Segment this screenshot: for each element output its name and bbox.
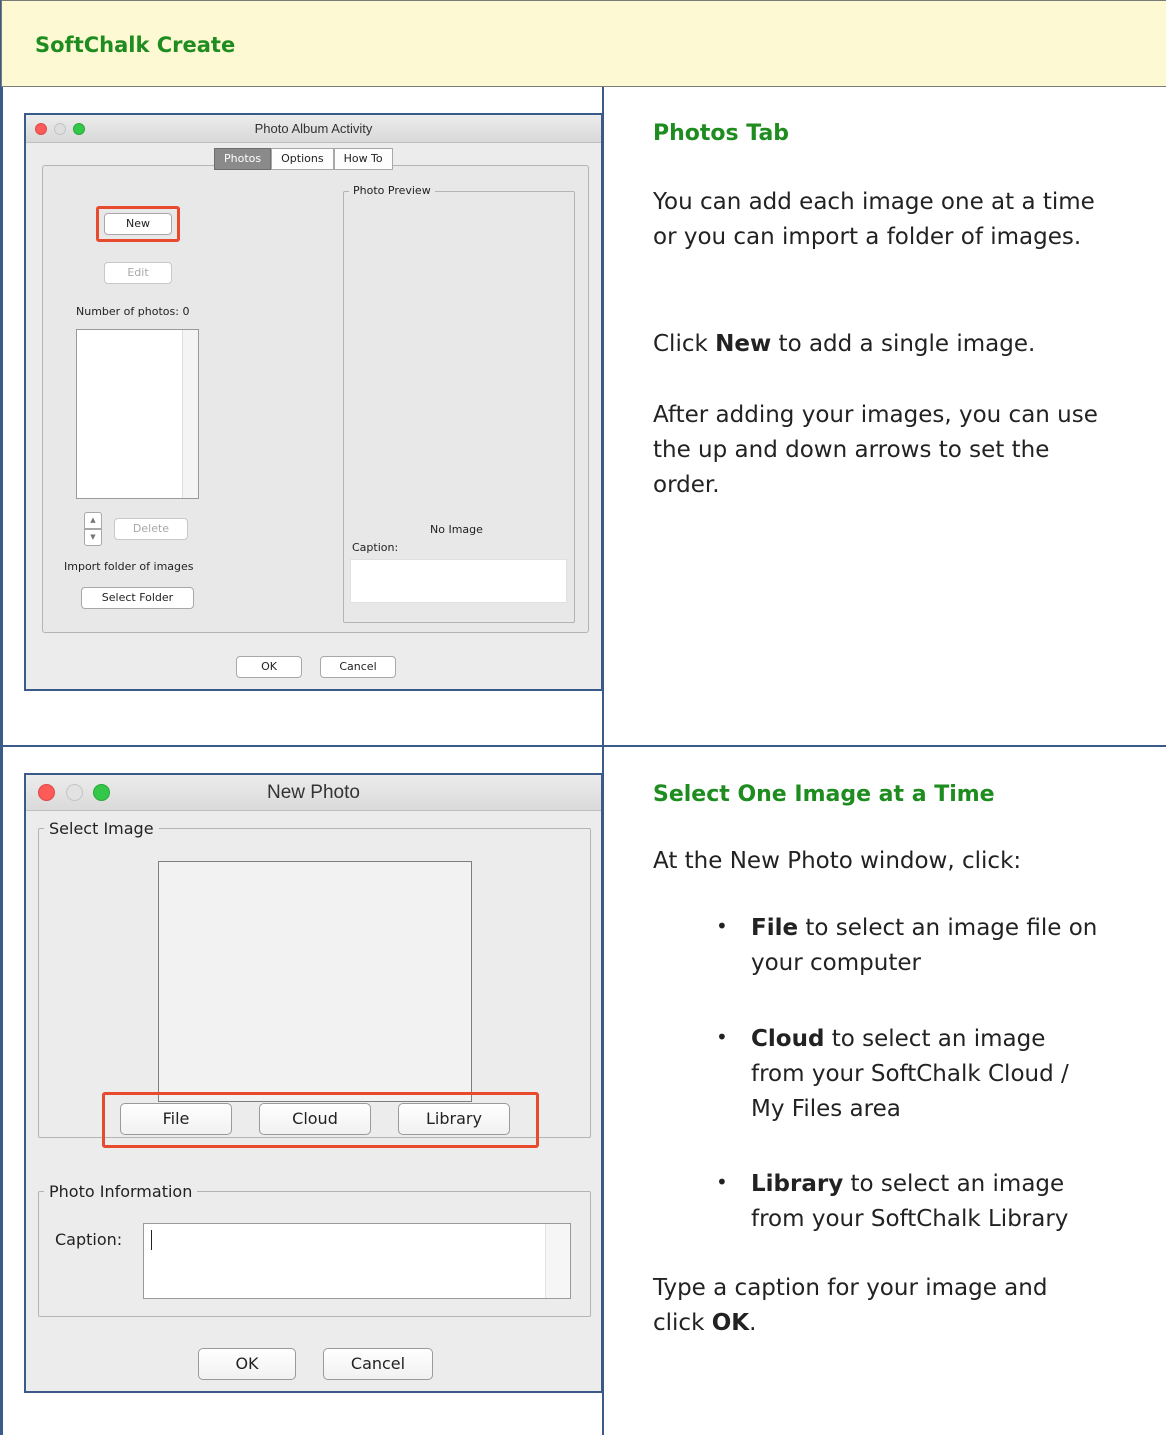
section-heading-photos-tab: Photos Tab bbox=[653, 121, 790, 146]
window-title: Photo Album Activity bbox=[254, 121, 373, 136]
new-button[interactable]: New bbox=[104, 213, 172, 235]
photo-preview-legend: Photo Preview bbox=[349, 184, 435, 197]
bullet-dot: • bbox=[716, 1170, 728, 1194]
table-row-divider bbox=[1, 745, 1166, 747]
section2-outro: Type a caption for your image and click … bbox=[653, 1275, 1048, 1336]
list-scrollbar[interactable] bbox=[182, 330, 198, 498]
table-left-border bbox=[1, 87, 3, 1435]
window-title: New Photo bbox=[267, 782, 360, 803]
move-down-arrow-icon[interactable]: ▼ bbox=[84, 529, 102, 546]
no-image-label: No Image bbox=[430, 523, 483, 536]
section2-intro: At the New Photo window, click: bbox=[653, 848, 1022, 874]
caption-scrollbar[interactable] bbox=[545, 1224, 570, 1298]
cloud-button[interactable]: Cloud bbox=[259, 1103, 371, 1135]
move-up-arrow-icon[interactable]: ▲ bbox=[84, 512, 102, 529]
cancel-button[interactable]: Cancel bbox=[323, 1348, 433, 1380]
window-titlebar: New Photo bbox=[26, 775, 601, 811]
caption-label: Caption: bbox=[352, 541, 399, 554]
delete-button[interactable]: Delete bbox=[114, 518, 188, 540]
tab-how-to[interactable]: How To bbox=[333, 148, 393, 170]
caption-preview-box bbox=[350, 559, 567, 603]
ok-button[interactable]: OK bbox=[198, 1348, 296, 1380]
tab-bar: Photos Options How To bbox=[214, 148, 393, 170]
window-titlebar: Photo Album Activity bbox=[26, 115, 601, 143]
caption-label: Caption: bbox=[55, 1230, 123, 1249]
bullet-dot: • bbox=[716, 1025, 728, 1049]
caption-input[interactable] bbox=[143, 1223, 571, 1299]
photo-information-legend: Photo Information bbox=[44, 1182, 198, 1201]
ok-emphasis: OK bbox=[711, 1310, 750, 1336]
photo-count-label: Number of photos: 0 bbox=[76, 305, 190, 318]
section1-paragraph-2: Click New to add a single image. bbox=[653, 331, 1036, 357]
bullet-dot: • bbox=[716, 914, 728, 938]
new-emphasis: New bbox=[715, 331, 772, 357]
cancel-button[interactable]: Cancel bbox=[320, 656, 396, 678]
document-page: SoftChalk Create Photo Album Activity Ne… bbox=[0, 0, 1166, 1435]
photo-list[interactable] bbox=[76, 329, 199, 499]
edit-button[interactable]: Edit bbox=[104, 262, 172, 284]
new-photo-window: New Photo Select Image File Cloud Librar… bbox=[24, 773, 603, 1393]
import-folder-label: Import folder of images bbox=[64, 560, 194, 573]
section-heading-select-one-image: Select One Image at a Time bbox=[653, 782, 995, 807]
photo-information-group: Photo Information Caption: bbox=[38, 1182, 591, 1317]
page-header: SoftChalk Create bbox=[1, 0, 1166, 87]
select-image-legend: Select Image bbox=[44, 819, 159, 838]
photo-preview-group: Photo Preview No Image Caption: bbox=[343, 184, 575, 623]
file-button[interactable]: File bbox=[120, 1103, 232, 1135]
library-button[interactable]: Library bbox=[398, 1103, 510, 1135]
tab-options[interactable]: Options bbox=[271, 148, 334, 170]
section1-paragraph-3: After adding your images, you can use th… bbox=[653, 402, 1098, 498]
bullet-file: File to select an image file on your com… bbox=[751, 915, 1098, 976]
bullet-library: Library to select an image from your Sof… bbox=[751, 1171, 1069, 1232]
photo-album-activity-window: Photo Album Activity New Edit Number of … bbox=[24, 113, 603, 691]
bullet-cloud: Cloud to select an image from your SoftC… bbox=[751, 1026, 1069, 1122]
image-preview-box bbox=[158, 861, 472, 1102]
page-title: SoftChalk Create bbox=[35, 33, 236, 57]
photos-tab-panel: New Edit Number of photos: 0 ▲ ▼ Delete … bbox=[42, 165, 589, 633]
text-cursor bbox=[151, 1230, 152, 1250]
section1-paragraph-1: You can add each image one at a time or … bbox=[653, 189, 1095, 250]
tab-photos[interactable]: Photos bbox=[214, 148, 272, 170]
ok-button[interactable]: OK bbox=[236, 656, 302, 678]
select-folder-button[interactable]: Select Folder bbox=[81, 587, 194, 609]
